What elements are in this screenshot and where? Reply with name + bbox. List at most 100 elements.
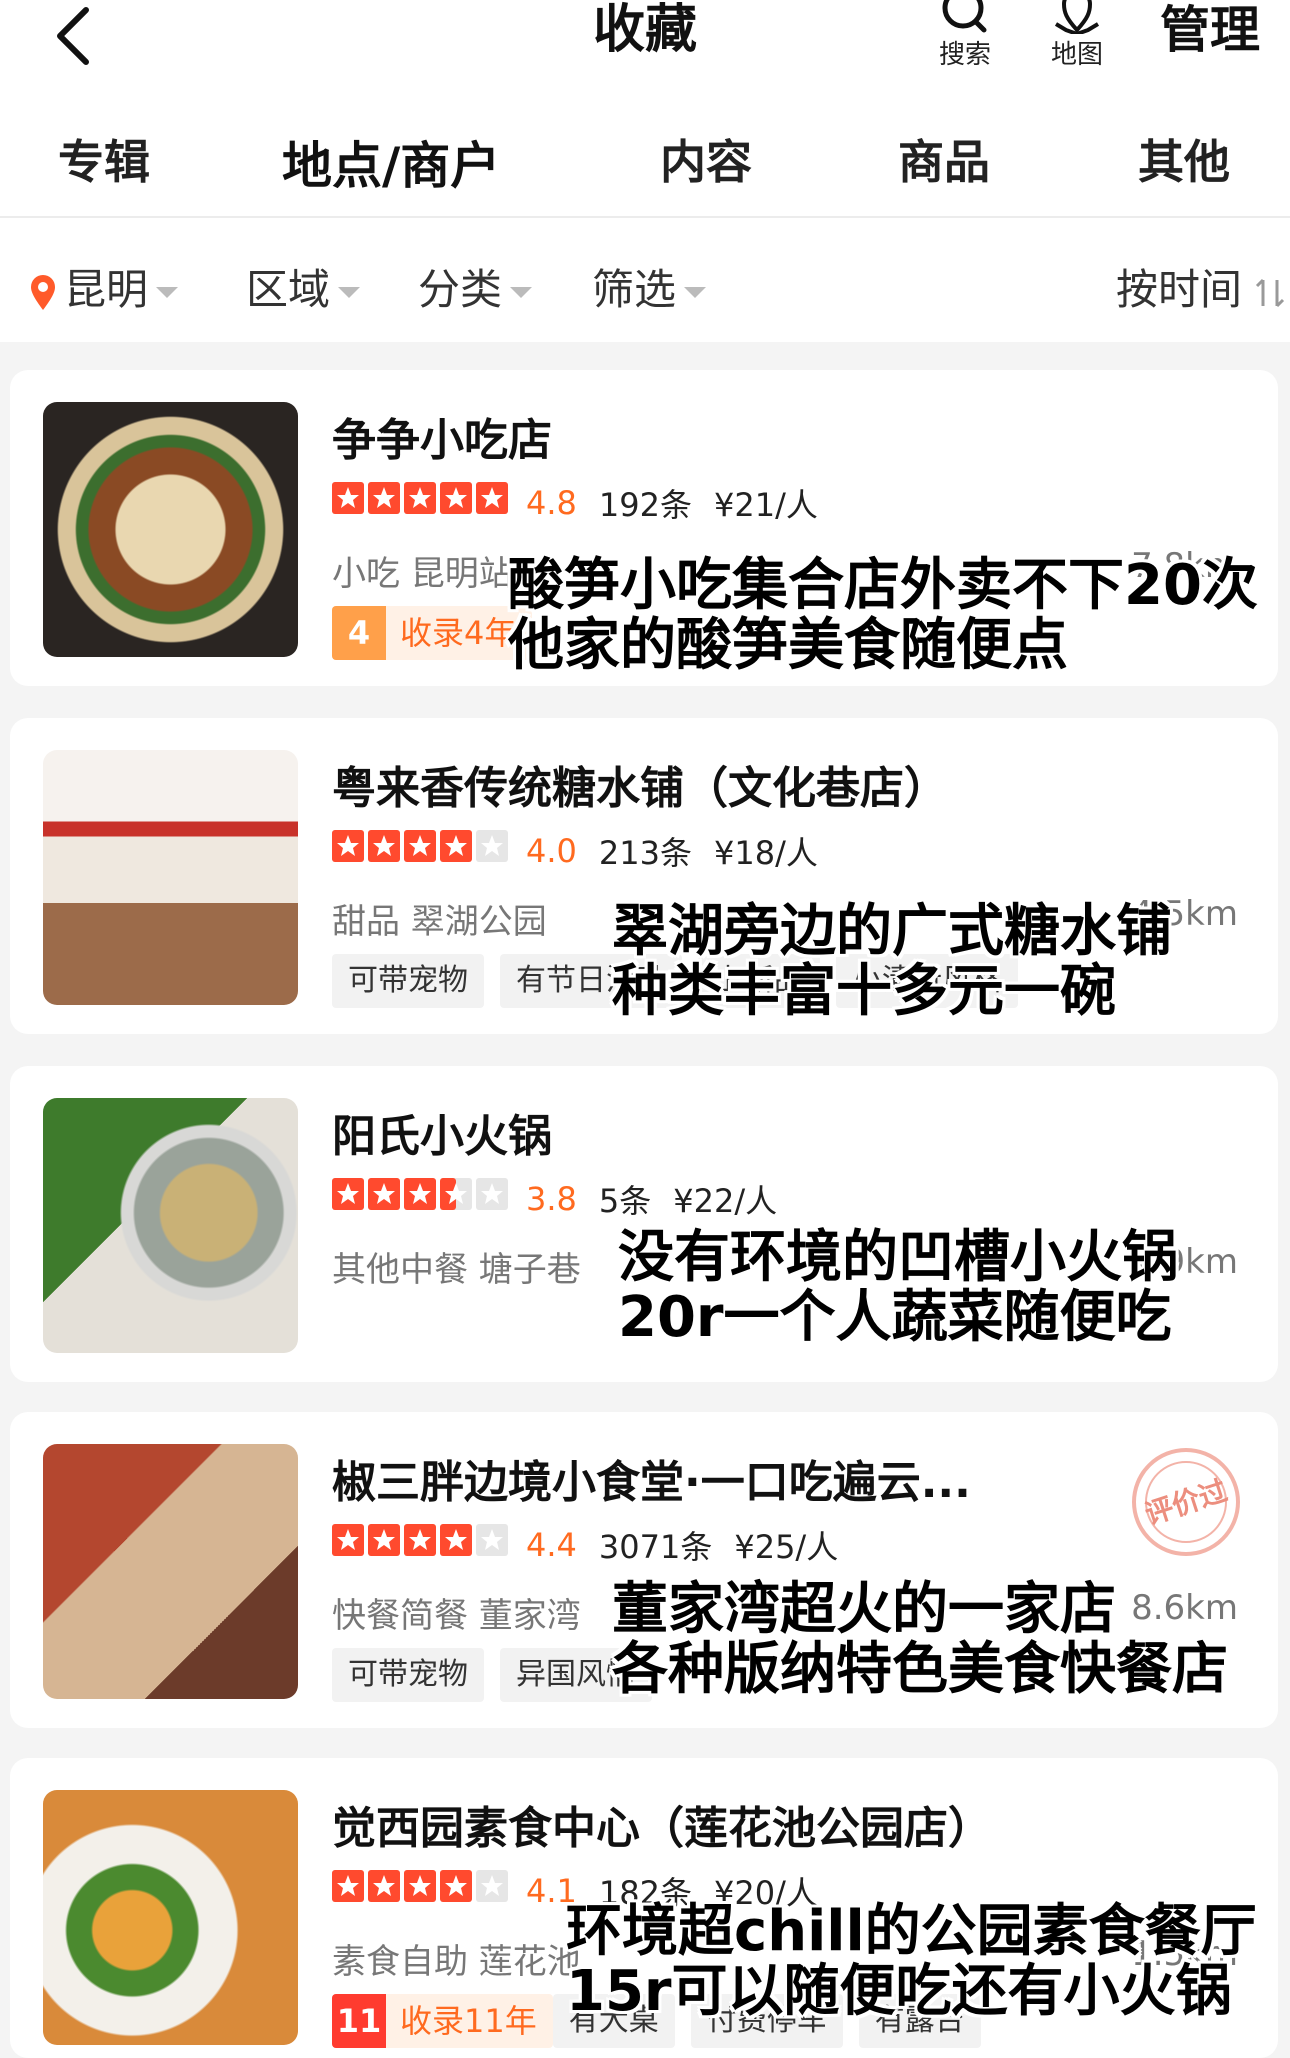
star-icon xyxy=(404,1870,436,1902)
overlay-line: 种类丰富十多元一碗 xyxy=(612,959,1116,1024)
overlay-caption: 没有环境的凹槽小火锅 20r一个人蔬菜随便吃 xyxy=(618,1228,1178,1348)
shop-name: 椒三胖边境小食堂·一口吃遍云... xyxy=(332,1457,971,1508)
reviewed-stamp-icon: 评价过 xyxy=(1132,1448,1240,1556)
star-icon xyxy=(368,830,400,862)
star-rating-svg xyxy=(332,482,508,514)
manage-button[interactable]: 管理 xyxy=(1160,0,1260,60)
overlay-line: 环境超chill的公园素食餐厅 xyxy=(566,1899,1257,1964)
sort-label: 按时间 xyxy=(1116,265,1243,314)
shop-photo xyxy=(43,1098,298,1353)
top-bar: 收藏 搜索 地图 管理 xyxy=(0,0,1290,100)
overlay-line: 各种版纳特色美食快餐店 xyxy=(612,1637,1228,1702)
review-count: 3071条 xyxy=(598,1528,713,1566)
star-icon xyxy=(440,1524,472,1556)
price-per-person: ¥22/人 xyxy=(673,1182,778,1220)
badge-number: 11 xyxy=(332,1994,386,2048)
rating-row: 4.4 3071条 ¥25/人 xyxy=(332,1522,860,1566)
shop-photo xyxy=(43,750,298,1005)
category-area: 素食自助 莲花池 xyxy=(332,1942,581,1982)
price-per-person: ¥25/人 xyxy=(734,1528,839,1566)
search-label: 搜索 xyxy=(938,40,991,70)
screen-filter[interactable]: 筛选 xyxy=(592,256,707,317)
star-icon xyxy=(476,482,508,514)
shop-photo xyxy=(43,1790,298,2045)
category-area: 小吃 昆明站 xyxy=(332,554,513,594)
tab-places[interactable]: 地点/商户 xyxy=(282,126,501,202)
chevron-down-icon xyxy=(684,287,707,298)
star-icon xyxy=(440,482,472,514)
rating-score: 4.8 xyxy=(526,484,577,522)
star-rating xyxy=(332,1870,512,1912)
collection-years-badge: 11 收录11年 xyxy=(332,1994,553,2048)
star-icon xyxy=(368,1178,400,1210)
rating-row: 4.0 213条 ¥18/人 xyxy=(332,828,840,872)
city-filter[interactable]: 昆明 xyxy=(28,256,179,317)
star-icon xyxy=(368,1870,400,1902)
rating-row: 4.8 192条 ¥21/人 xyxy=(332,480,840,524)
star-rating xyxy=(332,1524,512,1566)
star-icon xyxy=(440,830,472,862)
city-filter-label: 昆明 xyxy=(64,265,149,314)
shop-card[interactable]: 争争小吃店 4.8 192条 ¥21/人 小吃 昆明站 7.8km 4 收录4年 酸笋… xyxy=(10,370,1278,686)
price-per-person: ¥18/人 xyxy=(713,834,818,872)
chevron-down-icon xyxy=(510,287,533,298)
shop-tag: 可带宠物 xyxy=(332,1648,484,1702)
tab-places-label: 地点/商户 xyxy=(282,137,501,195)
shop-card[interactable]: 觉西园素食中心（莲花池公园店） 4.1 182条 ¥20/人 素食自助 莲花池 1.… xyxy=(10,1758,1278,2058)
overlay-caption: 翠湖旁边的广式糖水铺 种类丰富十多元一碗 xyxy=(612,902,1172,1022)
tab-other[interactable]: 其他 xyxy=(1138,126,1230,192)
map-button[interactable]: 地图 xyxy=(1032,0,1122,71)
shop-card[interactable]: 粤来香传统糖水铺（文化巷店） 4.0 213条 ¥18/人 甜品 翠湖公园 4.5k… xyxy=(10,718,1278,1034)
shop-name: 阳氏小火锅 xyxy=(332,1111,552,1162)
star-icon xyxy=(332,1870,364,1902)
star-icon xyxy=(332,1524,364,1556)
shop-name: 觉西园素食中心（莲花池公园店） xyxy=(332,1803,992,1854)
shop-card[interactable]: 阳氏小火锅 3.8 5条 ¥22/人 其他中餐 塘子巷 4.9km 没有环境的凹槽小… xyxy=(10,1066,1278,1382)
star-rating-svg xyxy=(332,1870,508,1902)
badge-text: 收录11年 xyxy=(400,2002,537,2040)
overlay-line: 20r一个人蔬菜随便吃 xyxy=(618,1285,1172,1350)
search-button[interactable]: 搜索 xyxy=(920,0,1010,71)
overlay-line: 他家的酸笋美食随便点 xyxy=(508,613,1068,678)
map-label: 地图 xyxy=(1050,40,1103,70)
star-icon xyxy=(404,482,436,514)
tab-bar: 专辑 地点/商户 内容 商品 其他 xyxy=(0,100,1290,218)
star-icon xyxy=(476,830,508,862)
category-filter-label: 分类 xyxy=(418,265,503,314)
area-filter[interactable]: 区域 xyxy=(246,256,361,317)
overlay-caption: 董家湾超火的一家店 各种版纳特色美食快餐店 xyxy=(612,1580,1228,1700)
shop-card[interactable]: 椒三胖边境小食堂·一口吃遍云... 评价过 4.4 3071条 ¥25/人 快餐简餐… xyxy=(10,1412,1278,1728)
shop-photo xyxy=(43,402,298,657)
review-count: 213条 xyxy=(598,834,692,872)
star-rating-svg xyxy=(332,1524,508,1556)
location-pin-icon xyxy=(31,274,55,310)
star-icon xyxy=(476,1178,508,1210)
category-area: 其他中餐 塘子巷 xyxy=(332,1250,581,1290)
sort-icon xyxy=(1256,278,1285,307)
star-icon xyxy=(332,482,364,514)
review-count: 5条 xyxy=(598,1182,652,1220)
rating-score: 4.0 xyxy=(526,832,577,870)
chevron-down-icon xyxy=(156,287,179,298)
star-icon xyxy=(404,830,436,862)
shop-name: 粤来香传统糖水铺（文化巷店） xyxy=(332,763,948,814)
filter-bar: 昆明 区域 分类 筛选 按时间 xyxy=(0,218,1290,342)
chevron-down-icon xyxy=(338,287,361,298)
tab-products[interactable]: 商品 xyxy=(898,126,990,192)
tab-content[interactable]: 内容 xyxy=(660,126,752,192)
star-icon xyxy=(332,1178,364,1210)
shop-photo xyxy=(43,1444,298,1699)
price-per-person: ¥21/人 xyxy=(713,486,818,524)
tag-row: 4 收录4年 xyxy=(332,606,533,662)
badge-number: 4 xyxy=(332,606,386,660)
star-icon xyxy=(476,1870,508,1902)
tab-albums[interactable]: 专辑 xyxy=(58,126,150,192)
sort-button[interactable]: 按时间 xyxy=(1116,256,1285,317)
star-icon xyxy=(368,1524,400,1556)
category-filter[interactable]: 分类 xyxy=(418,256,533,317)
overlay-line: 董家湾超火的一家店 xyxy=(612,1577,1116,1642)
star-rating xyxy=(332,830,512,872)
category-area: 快餐简餐 董家湾 xyxy=(332,1596,581,1636)
collection-years-badge: 4 收录4年 xyxy=(332,606,533,660)
map-pin-icon xyxy=(1054,0,1100,34)
